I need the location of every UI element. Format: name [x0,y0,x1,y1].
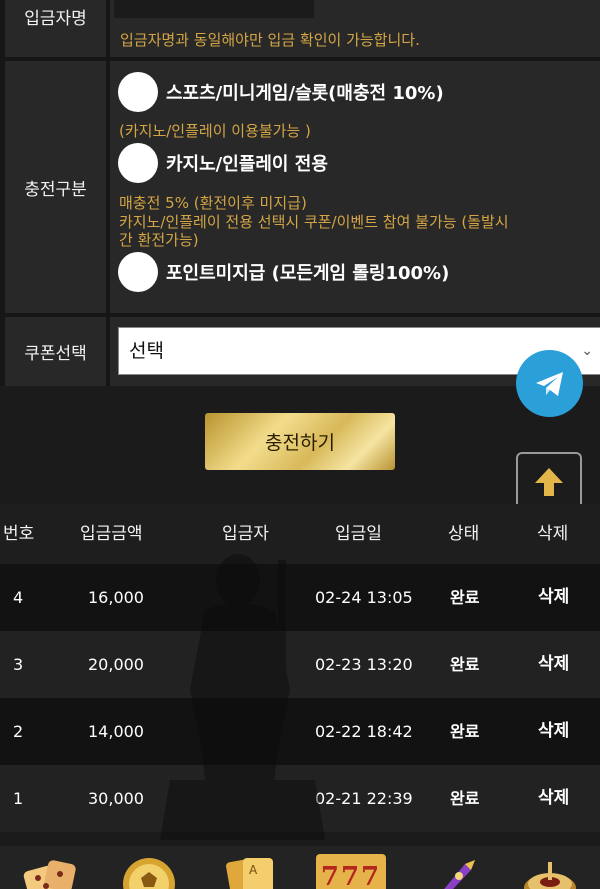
statue-watermark-icon [160,554,325,840]
chevron-down-icon: ⌄ [581,343,593,359]
radio-button[interactable] [118,143,158,183]
delete-button[interactable]: 삭제 [538,564,569,631]
row-status: 완료 [450,588,480,607]
row-amount: 20,000 [88,655,144,674]
delete-button[interactable]: 삭제 [538,631,569,698]
depositor-label: 입금자명 [5,0,106,57]
row-status: 완료 [450,655,480,674]
option-casino-inplay[interactable]: 카지노/인플레이 전용 [118,143,328,183]
row-amount: 30,000 [88,789,144,808]
soccer-ball-icon[interactable] [121,854,177,889]
slot-777-icon[interactable]: 777 [316,854,386,889]
header-amount: 입금금액 [80,524,143,544]
depositor-row: 입금자명과 동일해야만 입금 확인이 가능합니다. [110,0,600,57]
row-number: 2 [13,722,24,741]
coupon-label: 쿠폰선택 [5,317,106,386]
roulette-icon[interactable] [522,854,578,889]
option-sports-minigame-slot[interactable]: 스포츠/미니게임/슬롯(매충전 10%) [118,72,444,112]
row-number: 3 [13,655,24,674]
option-note-line: 카지노/인플레이 전용 선택시 쿠폰/이벤트 참여 불가능 (돌발시 [119,213,509,231]
telegram-icon [535,371,563,396]
depositor-input[interactable] [114,0,314,18]
option-note-line: 간 환전가능) [119,231,199,249]
playing-cards-icon[interactable]: A [223,854,279,889]
row-amount: 16,000 [88,588,144,607]
row-status: 완료 [450,722,480,741]
charge-button[interactable]: 충전하기 [205,413,395,470]
radio-button[interactable] [118,252,158,292]
row-number: 1 [13,789,24,808]
telegram-button[interactable] [516,350,583,417]
header-date: 입금일 [335,524,382,544]
svg-text:A: A [249,863,258,877]
header-number: 번호 [3,524,35,544]
header-status: 상태 [448,524,480,544]
option-note: (카지노/인플레이 이용불가능 ) [119,122,311,140]
header-delete: 삭제 [537,524,569,544]
delete-button[interactable]: 삭제 [538,698,569,765]
row-amount: 14,000 [88,722,144,741]
row-status: 완료 [450,789,480,808]
option-note-line: 매충전 5% (환전이후 미지급) [119,194,307,212]
delete-button[interactable]: 삭제 [538,765,569,832]
deposit-form: 입금자명 입금자명과 동일해야만 입금 확인이 가능합니다. 충전구분 스포츠/… [0,0,600,386]
row-number: 4 [13,588,24,607]
option-no-point[interactable]: 포인트미지급 (모든게임 롤링100%) [118,252,449,292]
radio-button[interactable] [118,72,158,112]
rocket-icon[interactable] [425,854,481,889]
scroll-top-button[interactable] [516,452,582,512]
bottom-game-nav: A 777 [0,846,600,889]
charge-type-label: 충전구분 [5,61,106,313]
arrow-up-icon [535,468,563,496]
dice-icon[interactable] [22,854,78,889]
depositor-notice: 입금자명과 동일해야만 입금 확인이 가능합니다. [120,31,420,49]
